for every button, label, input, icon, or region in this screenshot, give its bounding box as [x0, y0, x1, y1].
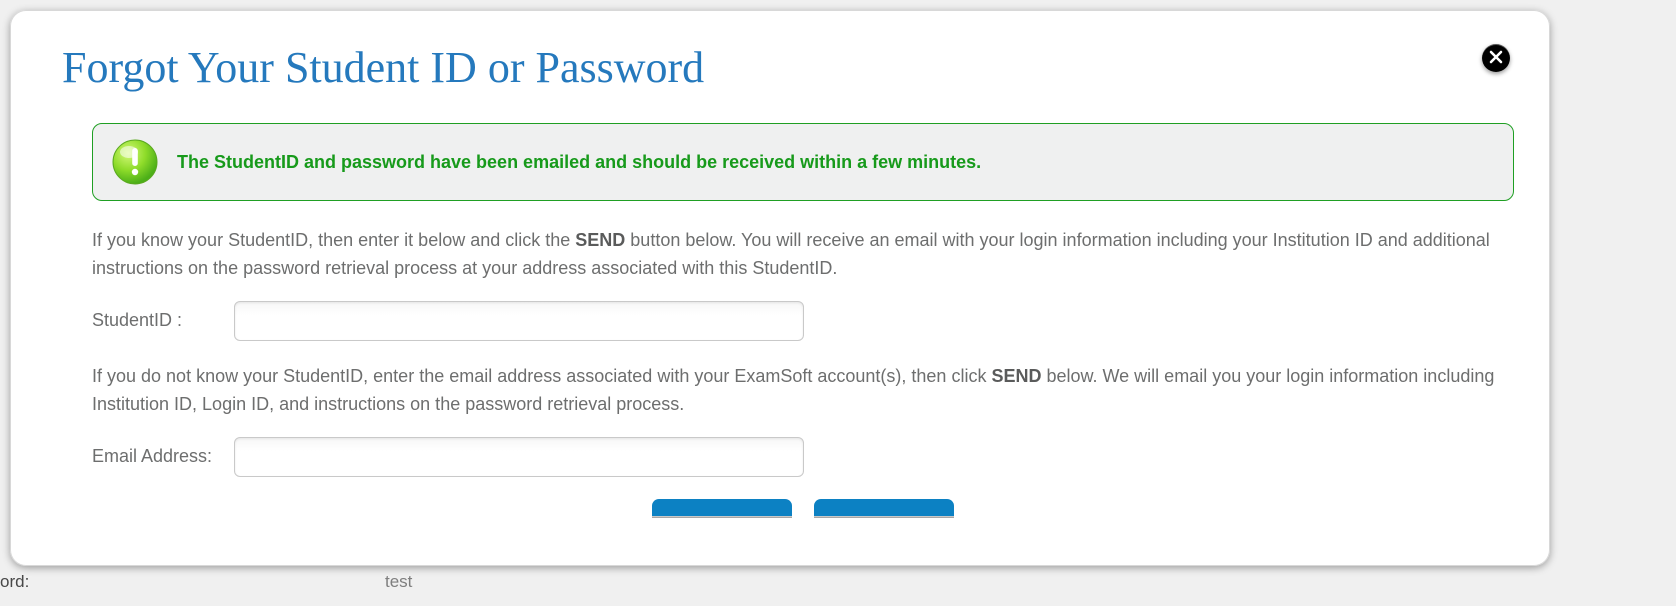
send-keyword: SEND	[575, 230, 625, 250]
close-button[interactable]	[1482, 44, 1510, 72]
email-input[interactable]	[234, 437, 804, 477]
email-label: Email Address:	[92, 446, 226, 467]
studentid-input[interactable]	[234, 301, 804, 341]
text-fragment: If you know your StudentID, then enter i…	[92, 230, 575, 250]
instructions-studentid: If you know your StudentID, then enter i…	[92, 227, 1514, 283]
send-keyword: SEND	[991, 366, 1041, 386]
success-exclamation-icon	[111, 138, 159, 186]
backdrop-fragment-left: ord:	[0, 572, 29, 592]
studentid-label: StudentID :	[92, 310, 226, 331]
primary-button-left[interactable]	[652, 499, 792, 517]
close-icon	[1489, 50, 1503, 67]
email-row: Email Address:	[92, 437, 1514, 477]
button-row	[92, 499, 1514, 517]
primary-button-right[interactable]	[814, 499, 954, 517]
instructions-email: If you do not know your StudentID, enter…	[92, 363, 1514, 419]
modal-title: Forgot Your Student ID or Password	[62, 42, 1514, 93]
text-fragment: If you do not know your StudentID, enter…	[92, 366, 991, 386]
success-alert-message: The StudentID and password have been ema…	[177, 152, 981, 173]
backdrop-fragment-mid: test	[385, 572, 412, 592]
studentid-row: StudentID :	[92, 301, 1514, 341]
success-alert: The StudentID and password have been ema…	[92, 123, 1514, 201]
forgot-password-modal: Forgot Your Student ID or Password	[10, 10, 1550, 566]
